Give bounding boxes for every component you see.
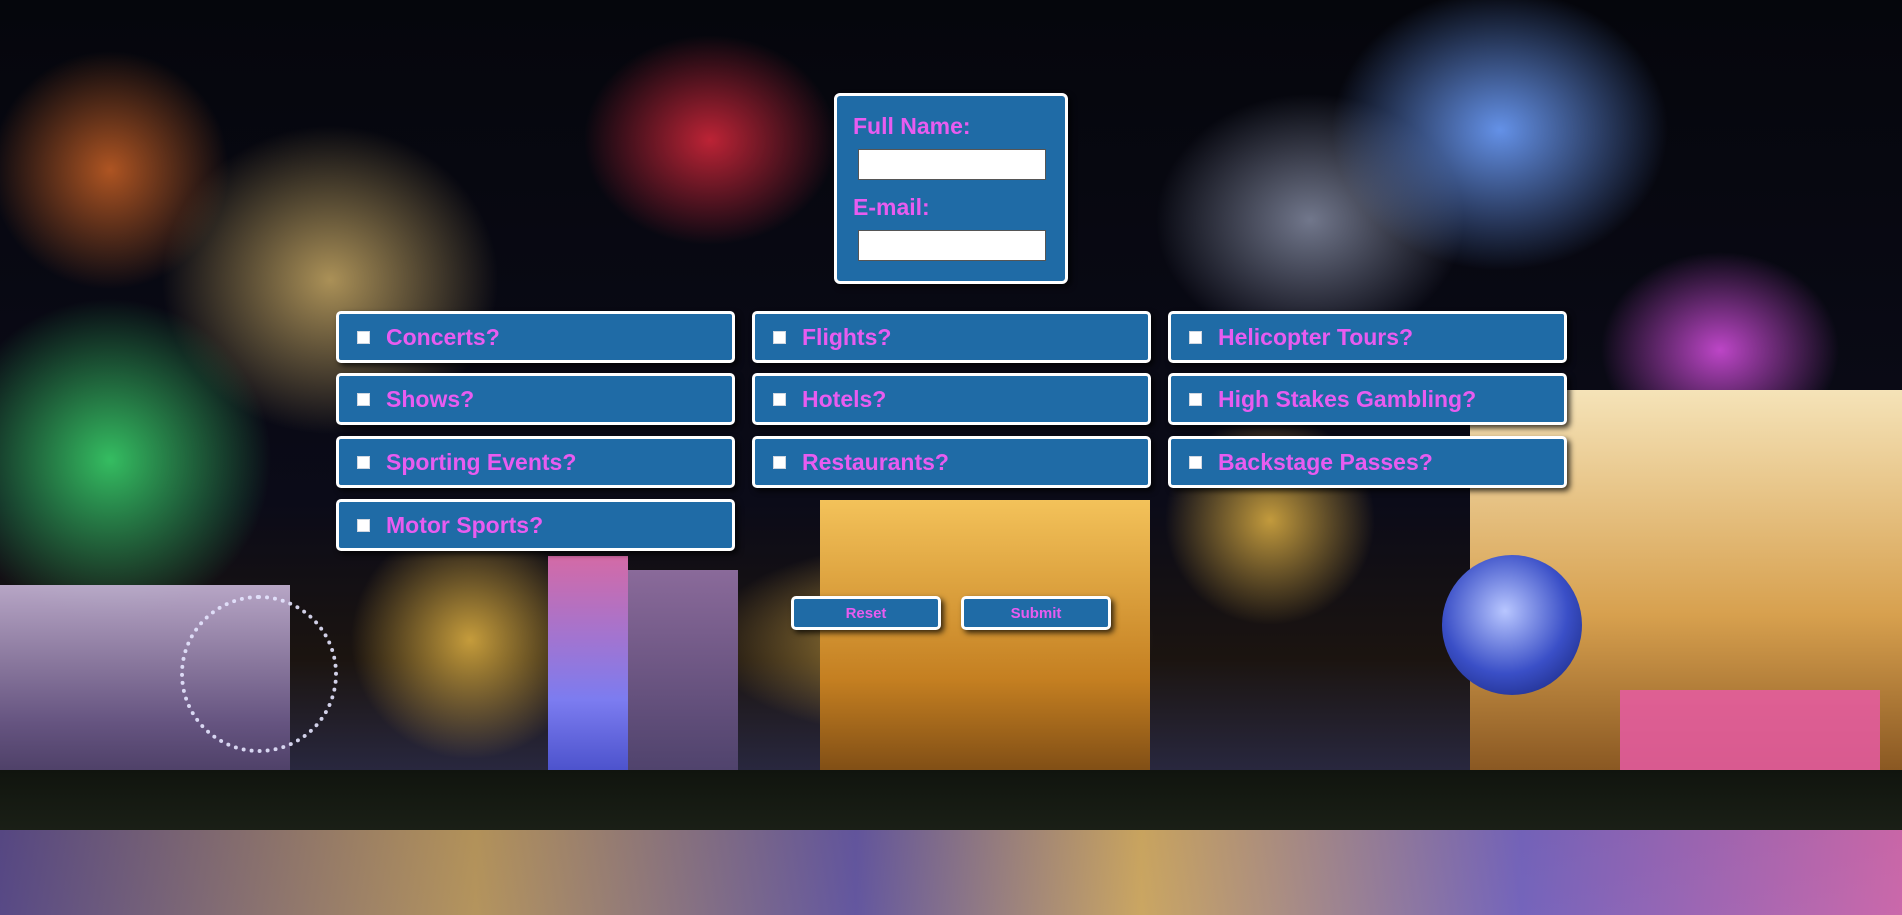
flights-checkbox[interactable] [773, 330, 786, 344]
option-label: Helicopter Tours? [1218, 323, 1414, 350]
ferris-wheel [180, 595, 338, 753]
option-label: High Stakes Gambling? [1218, 385, 1477, 412]
option-sporting-events[interactable]: Sporting Events? [336, 436, 735, 488]
option-motor-sports[interactable]: Motor Sports? [336, 499, 735, 551]
option-hotels[interactable]: Hotels? [752, 373, 1151, 425]
tree-line [0, 770, 1902, 830]
submit-button[interactable]: Submit [961, 596, 1111, 630]
option-restaurants[interactable]: Restaurants? [752, 436, 1151, 488]
option-backstage-passes[interactable]: Backstage Passes? [1168, 436, 1567, 488]
option-concerts[interactable]: Concerts? [336, 311, 735, 363]
hot-air-balloon-sign [1442, 555, 1582, 695]
concerts-checkbox[interactable] [357, 330, 370, 344]
option-label: Concerts? [386, 323, 500, 350]
option-label: Motor Sports? [386, 511, 544, 538]
high-stakes-gambling-checkbox[interactable] [1189, 392, 1202, 406]
neon-sign [1620, 690, 1880, 770]
backstage-passes-checkbox[interactable] [1189, 455, 1202, 469]
restaurants-checkbox[interactable] [773, 455, 786, 469]
contact-panel: Full Name: E-mail: [834, 93, 1068, 284]
option-label: Hotels? [802, 385, 887, 412]
option-flights[interactable]: Flights? [752, 311, 1151, 363]
shows-checkbox[interactable] [357, 392, 370, 406]
option-helicopter-tours[interactable]: Helicopter Tours? [1168, 311, 1567, 363]
reset-button[interactable]: Reset [791, 596, 941, 630]
email-input[interactable] [858, 230, 1046, 261]
hotels-checkbox[interactable] [773, 392, 786, 406]
option-label: Shows? [386, 385, 475, 412]
option-label: Sporting Events? [386, 448, 577, 475]
sporting-events-checkbox[interactable] [357, 455, 370, 469]
option-label: Backstage Passes? [1218, 448, 1433, 475]
fountain-lake [0, 830, 1902, 915]
option-label: Flights? [802, 323, 892, 350]
option-high-stakes-gambling[interactable]: High Stakes Gambling? [1168, 373, 1567, 425]
helicopter-tours-checkbox[interactable] [1189, 330, 1202, 344]
page-background: Full Name: E-mail: Concerts? Flights? He… [0, 0, 1902, 915]
option-label: Restaurants? [802, 448, 949, 475]
full-name-input[interactable] [858, 149, 1046, 180]
hotel-building-neon [548, 556, 628, 796]
hotel-building [628, 570, 738, 790]
option-shows[interactable]: Shows? [336, 373, 735, 425]
motor-sports-checkbox[interactable] [357, 518, 370, 532]
full-name-label: Full Name: [853, 113, 971, 139]
email-label: E-mail: [853, 194, 930, 220]
paris-hotel-building [820, 500, 1150, 800]
